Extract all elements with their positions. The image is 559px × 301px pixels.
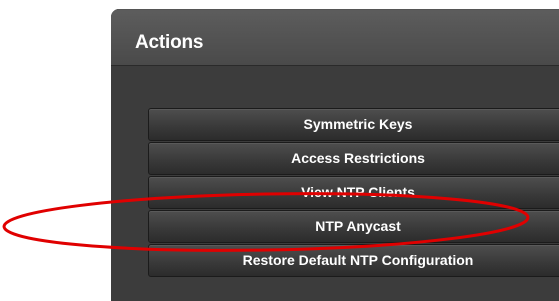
access-restrictions-button[interactable]: Access Restrictions bbox=[148, 142, 559, 175]
action-button-list: Symmetric Keys Access Restrictions View … bbox=[148, 108, 559, 278]
view-ntp-clients-button[interactable]: View NTP Clients bbox=[148, 176, 559, 209]
actions-panel: Actions Symmetric Keys Access Restrictio… bbox=[111, 9, 559, 301]
symmetric-keys-button[interactable]: Symmetric Keys bbox=[148, 108, 559, 141]
panel-title: Actions bbox=[135, 32, 204, 53]
panel-header: Actions bbox=[111, 9, 559, 66]
restore-default-ntp-configuration-button[interactable]: Restore Default NTP Configuration bbox=[148, 244, 559, 277]
panel-body: Symmetric Keys Access Restrictions View … bbox=[111, 66, 559, 301]
ntp-anycast-button[interactable]: NTP Anycast bbox=[148, 210, 559, 243]
